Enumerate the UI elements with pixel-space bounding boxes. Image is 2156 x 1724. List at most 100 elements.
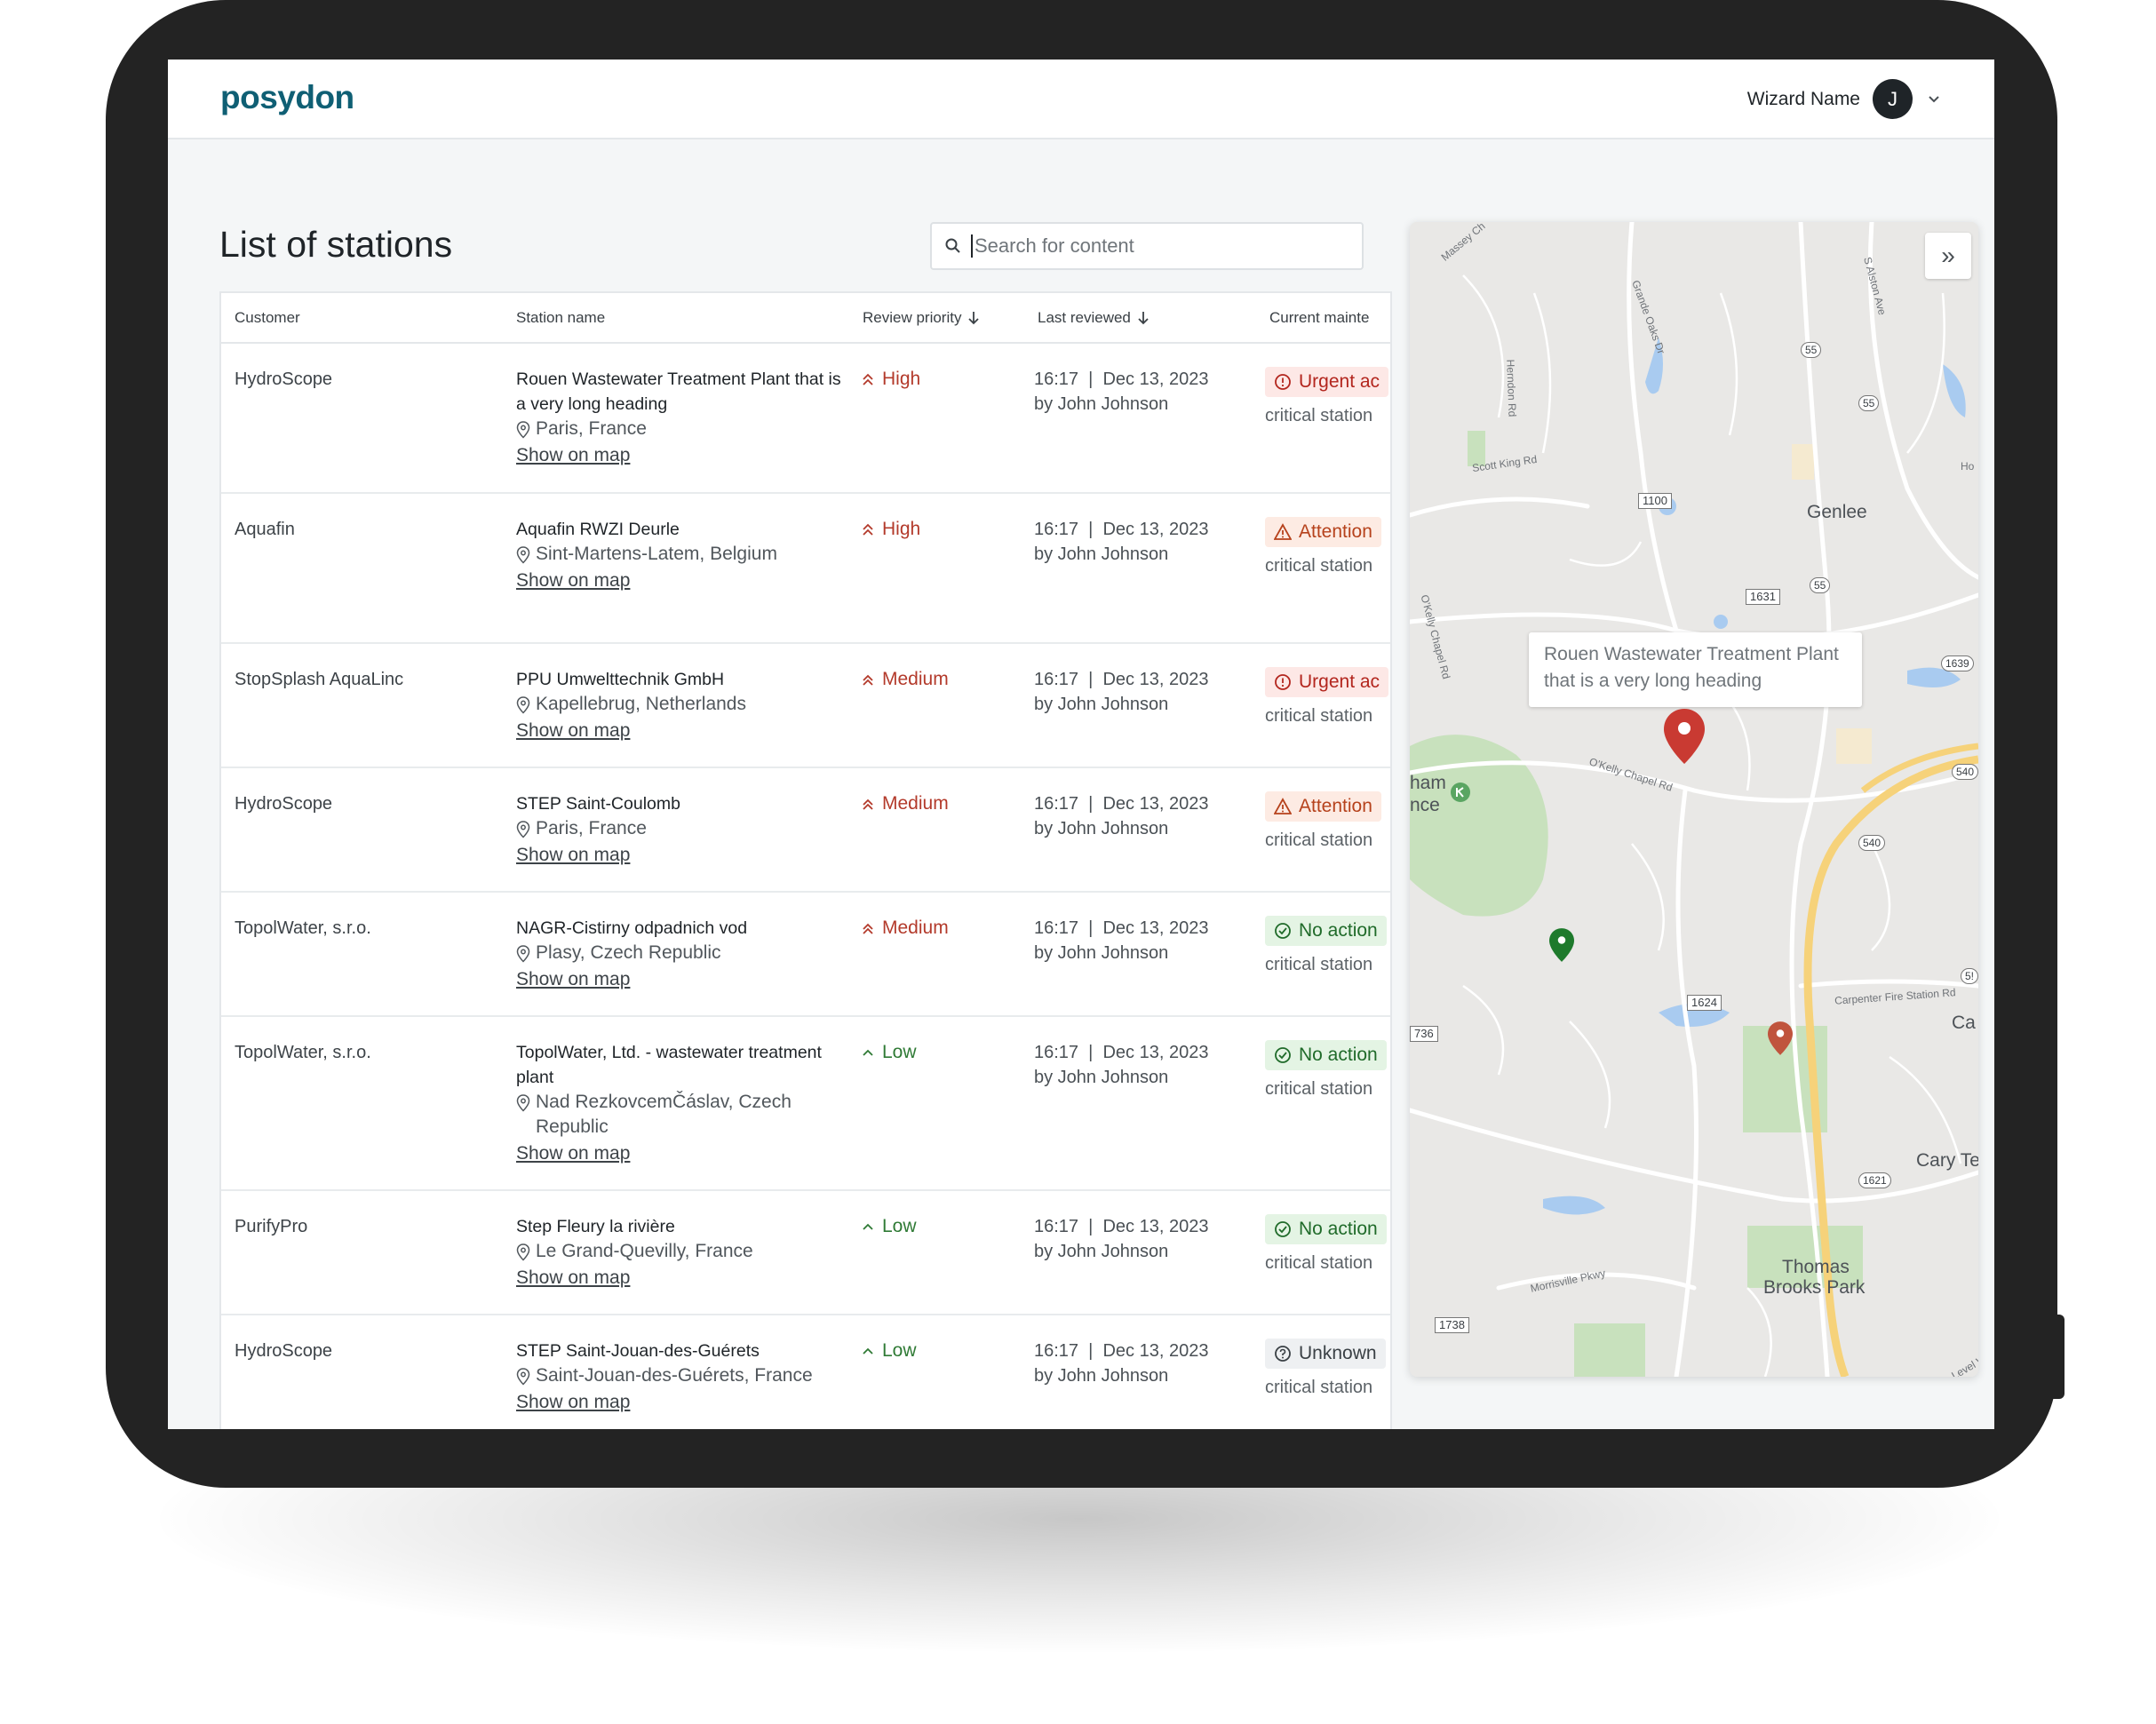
show-on-map-link[interactable]: Show on map <box>516 1266 630 1291</box>
reviewed-cell: 16:17 | Dec 13, 2023 by John Johnson <box>1034 1339 1208 1388</box>
map-canvas[interactable] <box>1410 222 1978 1377</box>
device-button <box>1750 1474 1821 1487</box>
show-on-map-link[interactable]: Show on map <box>516 1141 630 1166</box>
priority-label: Low <box>882 1216 917 1236</box>
map-panel[interactable]: » Rouen Wastewater Treatment Plant that … <box>1410 222 1978 1377</box>
status-badge[interactable]: Attention <box>1265 791 1381 822</box>
station-name: Rouen Wastewater Treatment Plant that is… <box>516 369 841 414</box>
priority-medium-icon <box>863 798 873 810</box>
table-row[interactable]: StopSplash AquaLinc PPU Umwelttechnik Gmb… <box>221 644 1390 768</box>
avatar[interactable]: J <box>1873 79 1913 119</box>
priority-high-icon <box>863 373 873 385</box>
station-name: Aquafin RWZI Deurle <box>516 520 680 539</box>
status-badge[interactable]: No action <box>1265 916 1387 946</box>
reviewed-time: 16:17 | Dec 13, 2023 <box>1034 794 1209 814</box>
status-cell: Attention critical station <box>1265 791 1390 853</box>
map-place-nce: nce <box>1410 795 1440 815</box>
station-location: Kapellebrug, Netherlands <box>516 692 845 717</box>
table-row[interactable]: HydroScope STEP Saint-Jouan-des-Guérets Sa… <box>221 1315 1390 1429</box>
priority-cell: High <box>861 517 920 542</box>
show-on-map-link[interactable]: Show on map <box>516 443 630 468</box>
location-pin-icon <box>516 1094 530 1112</box>
selected-station-pin[interactable] <box>1664 709 1705 764</box>
status-subtext: critical station <box>1265 1079 1373 1099</box>
reviewed-time: 16:17 | Dec 13, 2023 <box>1034 670 1209 689</box>
header-priority-label: Review priority <box>863 309 962 326</box>
priority-label: High <box>882 369 921 389</box>
table-row[interactable]: HydroScope STEP Saint-Coulomb Paris, Franc… <box>221 768 1390 893</box>
station-cell: Aquafin RWZI Deurle Sint-Martens-Latem, B… <box>516 517 845 593</box>
status-badge[interactable]: Urgent ac <box>1265 667 1389 697</box>
chevron-down-icon[interactable] <box>1925 91 1943 108</box>
status-subtext: critical station <box>1265 1253 1373 1273</box>
customer-cell: HydroScope <box>235 1341 333 1361</box>
table-row[interactable]: PurifyPro Step Fleury la rivière Le Grand-… <box>221 1191 1390 1315</box>
header-maintenance[interactable]: Current mainte <box>1269 309 1369 327</box>
location-pin-icon <box>516 696 530 714</box>
station-cell: STEP Saint-Jouan-des-Guérets Saint-Jouan-… <box>516 1339 845 1415</box>
reviewed-cell: 16:17 | Dec 13, 2023 by John Johnson <box>1034 667 1208 717</box>
header-customer[interactable]: Customer <box>235 309 300 327</box>
station-location: Nad RezkovcemČáslav, Czech Republic <box>516 1090 845 1140</box>
alert-circle-icon <box>1275 374 1291 390</box>
logo[interactable]: posydon <box>220 79 354 116</box>
user-name[interactable]: Wizard Name <box>1747 89 1860 110</box>
table-row[interactable]: TopolWater, s.r.o. TopolWater, Ltd. - was… <box>221 1017 1390 1191</box>
help-circle-icon <box>1275 1346 1291 1362</box>
table-row[interactable]: HydroScope Rouen Wastewater Treatment Pla… <box>221 344 1390 494</box>
stations-table: Customer Station name Review priority La… <box>219 291 1392 1429</box>
status-cell: Unknown critical station <box>1265 1339 1390 1400</box>
station-pin-orange[interactable] <box>1768 1021 1793 1055</box>
station-name: Step Fleury la rivière <box>516 1217 675 1236</box>
status-subtext: critical station <box>1265 830 1373 850</box>
header-priority[interactable]: Review priority <box>863 309 981 327</box>
table-row[interactable]: Aquafin Aquafin RWZI Deurle Sint-Martens-L… <box>221 494 1390 644</box>
check-circle-icon <box>1275 1221 1291 1237</box>
priority-low-icon <box>863 1223 873 1230</box>
route-shield: 1631 <box>1746 589 1780 605</box>
location-pin-icon <box>516 546 530 564</box>
route-shield: 1621 <box>1858 1172 1891 1188</box>
priority-label: High <box>882 519 921 539</box>
map-place-ca: Ca <box>1952 1013 1976 1033</box>
station-name: NAGR-Cistirny odpadnich vod <box>516 918 748 938</box>
status-badge[interactable]: Unknown <box>1265 1339 1386 1369</box>
header-station[interactable]: Station name <box>516 309 605 327</box>
priority-cell: Medium <box>861 791 949 816</box>
show-on-map-link[interactable]: Show on map <box>516 967 630 992</box>
table-row[interactable]: TopolWater, s.r.o. NAGR-Cistirny odpadnic… <box>221 893 1390 1017</box>
map-place-ham: ham <box>1410 773 1446 793</box>
route-shield: 55 <box>1810 577 1831 593</box>
status-subtext: critical station <box>1265 955 1373 974</box>
status-badge[interactable]: Attention <box>1265 517 1381 547</box>
status-badge[interactable]: No action <box>1265 1214 1387 1244</box>
station-pin-green[interactable] <box>1549 928 1574 962</box>
status-label: No action <box>1299 1219 1378 1239</box>
reviewed-by: by John Johnson <box>1034 695 1169 714</box>
show-on-map-link[interactable]: Show on map <box>516 719 630 743</box>
reviewed-cell: 16:17 | Dec 13, 2023 by John Johnson <box>1034 916 1208 965</box>
priority-low-icon <box>863 1347 873 1355</box>
station-location: Paris, France <box>516 417 845 441</box>
priority-cell: High <box>861 367 920 392</box>
priority-high-icon <box>863 523 873 536</box>
user-menu[interactable]: Wizard Name J <box>1747 79 1943 119</box>
search-box[interactable] <box>930 222 1364 270</box>
customer-cell: StopSplash AquaLinc <box>235 670 404 689</box>
search-input[interactable] <box>971 234 1344 258</box>
priority-label: Medium <box>882 669 949 689</box>
map-tooltip: Rouen Wastewater Treatment Plant that is… <box>1529 632 1862 707</box>
priority-cell: Low <box>861 1339 917 1363</box>
status-badge[interactable]: Urgent ac <box>1265 367 1389 397</box>
reviewed-by: by John Johnson <box>1034 819 1169 838</box>
show-on-map-link[interactable]: Show on map <box>516 843 630 868</box>
status-badge[interactable]: No action <box>1265 1040 1387 1070</box>
show-on-map-link[interactable]: Show on map <box>516 1390 630 1415</box>
customer-cell: Aquafin <box>235 520 295 539</box>
show-on-map-link[interactable]: Show on map <box>516 568 630 593</box>
header-reviewed[interactable]: Last reviewed <box>1038 309 1150 327</box>
reviewed-time: 16:17 | Dec 13, 2023 <box>1034 1043 1209 1062</box>
station-name: TopolWater, Ltd. - wastewater treatment … <box>516 1043 822 1087</box>
station-location-text: Saint-Jouan-des-Guérets, France <box>536 1365 813 1386</box>
collapse-map-button[interactable]: » <box>1925 233 1971 279</box>
